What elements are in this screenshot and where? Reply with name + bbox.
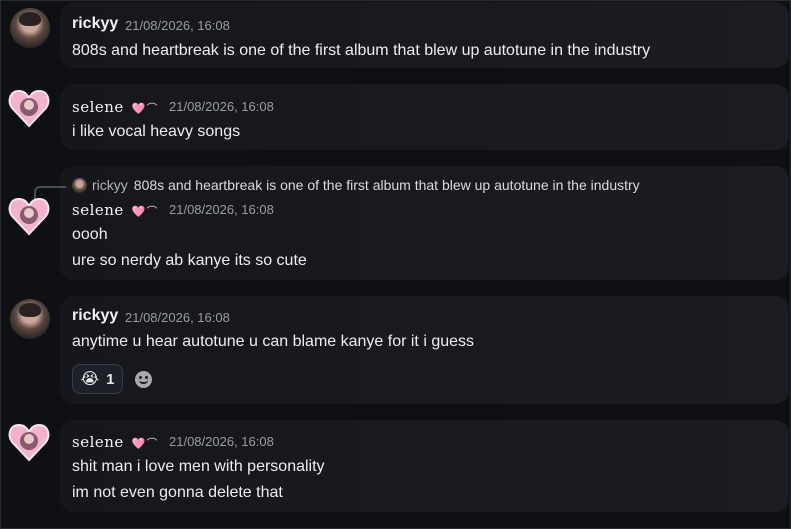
message-text: oooh <box>72 226 108 243</box>
pink-heart-avatar-icon[interactable] <box>7 194 51 238</box>
message-text: im not even gonna delete that <box>72 484 283 501</box>
pink-heart-avatar-icon[interactable] <box>7 420 51 464</box>
reaction-count: 1 <box>106 370 115 388</box>
name-decoration: 🩷⌒ <box>131 102 159 115</box>
author-name[interactable]: rickyy <box>72 15 118 33</box>
author-name[interactable]: selene 🩷⌒ <box>72 433 159 451</box>
reply-text: 808s and heartbreak is one of the first … <box>133 177 640 193</box>
crying-emoji-icon: 😭 <box>80 371 100 388</box>
avatar[interactable] <box>10 8 50 48</box>
reaction-chip[interactable]: 😭 1 <box>72 364 123 394</box>
timestamp: 21/08/2026, 16:08 <box>125 18 230 33</box>
avatar[interactable] <box>10 299 50 339</box>
message-text: anytime u hear autotune u can blame kany… <box>72 333 475 350</box>
add-reaction-icon[interactable] <box>135 371 152 388</box>
author-name[interactable]: rickyy <box>72 307 118 325</box>
timestamp: 21/08/2026, 16:08 <box>169 99 274 114</box>
message-text: shit man i love men with personality <box>72 458 325 475</box>
timestamp: 21/08/2026, 16:08 <box>125 310 230 325</box>
message-text: i like vocal heavy songs <box>72 123 241 140</box>
author-name[interactable]: selene 🩷⌒ <box>72 201 159 219</box>
reply-author: rickyy <box>92 177 128 193</box>
message-text: 808s and heartbreak is one of the first … <box>72 42 651 59</box>
message-text: ure so nerdy ab kanye its so cute <box>72 252 307 269</box>
author-name[interactable]: selene 🩷⌒ <box>72 98 159 116</box>
reply-avatar <box>72 177 87 193</box>
timestamp: 21/08/2026, 16:08 <box>169 434 274 449</box>
timestamp: 21/08/2026, 16:08 <box>169 202 274 217</box>
name-decoration: 🩷⌒ <box>131 205 159 218</box>
reply-preview[interactable]: rickyy 808s and heartbreak is one of the… <box>72 177 640 193</box>
pink-heart-avatar-icon[interactable] <box>7 86 51 130</box>
name-decoration: 🩷⌒ <box>131 437 159 450</box>
